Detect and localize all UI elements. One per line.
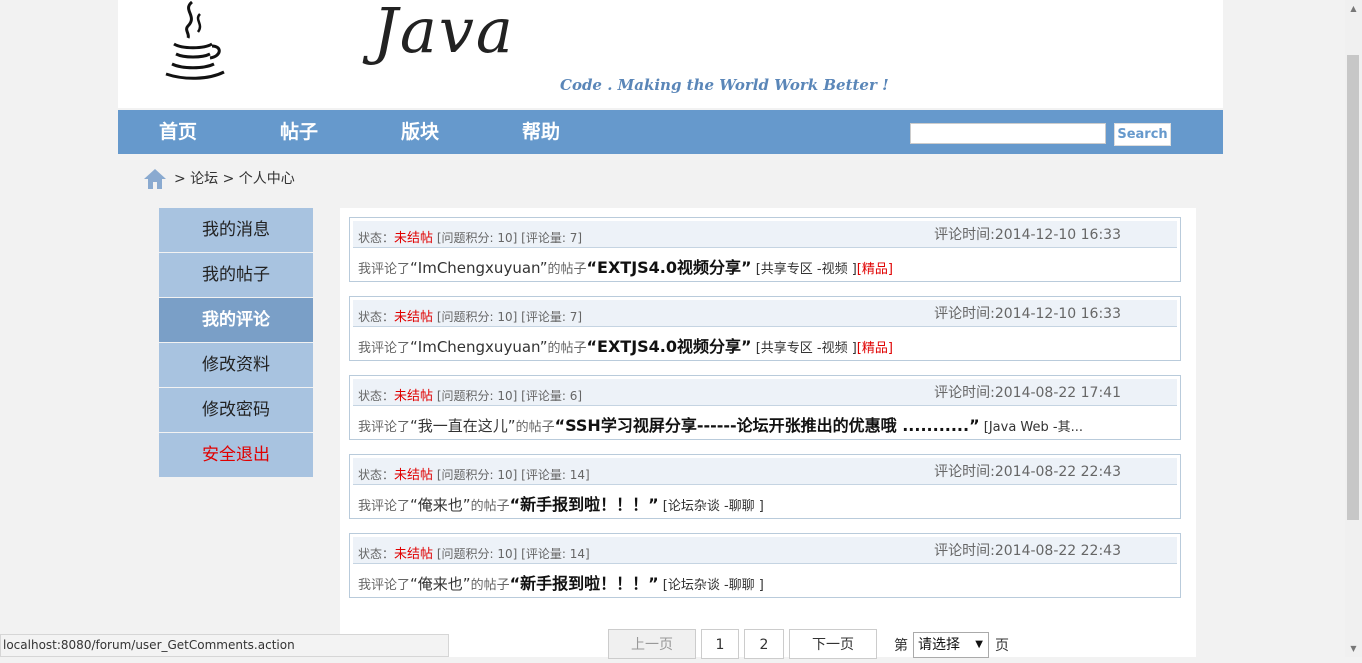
post-board[interactable]: [共享专区 -视频 ] — [756, 262, 857, 277]
post-title-link[interactable]: “新手报到啦！！！” — [510, 495, 659, 514]
status-badge: 未结帖 — [394, 468, 434, 483]
sidebar-item-my-posts[interactable]: 我的帖子 — [159, 253, 313, 297]
search-button[interactable]: Search — [1114, 123, 1171, 146]
nav-boards[interactable]: 版块 — [401, 110, 439, 154]
comment-time: 评论时间:2014-08-22 17:41 — [934, 385, 1121, 401]
comment-summary: 我评论了“ImChengxuyuan”的帖子“EXTJS4.0视频分享” [共享… — [358, 258, 893, 277]
post-author[interactable]: “ImChengxuyuan” — [410, 338, 547, 356]
post-author[interactable]: “ImChengxuyuan” — [410, 259, 547, 277]
site-slogan: Code . Making the World Work Better ! — [560, 76, 889, 94]
breadcrumb-text[interactable]: > 论坛 > 个人中心 — [174, 166, 295, 192]
comments-panel: 状态：未结帖 [问题积分: 10] [评论量: 7] 评论时间:2014-12-… — [340, 208, 1196, 657]
post-author[interactable]: “我一直在这儿” — [410, 417, 516, 435]
elite-tag: [精品] — [856, 262, 893, 277]
page-2-button[interactable]: 2 — [744, 629, 784, 659]
comment-summary: 我评论了“俺来也”的帖子“新手报到啦！！！” [论坛杂谈 -聊聊 ] — [358, 574, 764, 593]
home-icon[interactable] — [142, 166, 168, 192]
post-board[interactable]: [论坛杂谈 -聊聊 ] — [663, 499, 764, 514]
next-page-button[interactable]: 下一页 — [789, 629, 877, 659]
post-board[interactable]: [Java Web -其... — [984, 420, 1083, 435]
page-select[interactable]: 请选择 ▼ — [913, 632, 989, 658]
comment-card-header: 状态：未结帖 [问题积分: 10] [评论量: 7] 评论时间:2014-12-… — [353, 300, 1177, 327]
comment-card: 状态：未结帖 [问题积分: 10] [评论量: 14] 评论时间:2014-08… — [349, 533, 1181, 598]
sidebar-item-messages[interactable]: 我的消息 — [159, 208, 313, 252]
goto-prefix-label: 第 — [894, 638, 908, 654]
comment-time: 评论时间:2014-08-22 22:43 — [934, 543, 1121, 559]
comment-card: 状态：未结帖 [问题积分: 10] [评论量: 7] 评论时间:2014-12-… — [349, 296, 1181, 361]
post-title-link[interactable]: “新手报到啦！！！” — [510, 574, 659, 593]
scroll-up-icon[interactable]: ▲ — [1345, 0, 1362, 17]
comment-card-header: 状态：未结帖 [问题积分: 10] [评论量: 14] 评论时间:2014-08… — [353, 458, 1177, 485]
post-title-link[interactable]: “SSH学习视屏分享------论坛开张推出的优惠哦 ...........” — [555, 416, 980, 435]
chevron-down-icon: ▼ — [975, 639, 983, 650]
nav-posts[interactable]: 帖子 — [280, 110, 318, 154]
status-badge: 未结帖 — [394, 547, 434, 562]
scroll-thumb[interactable] — [1347, 55, 1359, 520]
comment-time: 评论时间:2014-08-22 22:43 — [934, 464, 1121, 480]
elite-tag: [精品] — [856, 341, 893, 356]
java-cup-logo-icon — [165, 0, 225, 80]
nav-home[interactable]: 首页 — [159, 110, 197, 154]
main-nav: 首页 帖子 版块 帮助 Search — [118, 110, 1223, 154]
sidebar-item-edit-profile[interactable]: 修改资料 — [159, 343, 313, 387]
search-input[interactable] — [910, 123, 1106, 144]
post-board[interactable]: [共享专区 -视频 ] — [756, 341, 857, 356]
comment-summary: 我评论了“我一直在这儿”的帖子“SSH学习视屏分享------论坛开张推出的优惠… — [358, 416, 1083, 435]
post-title-link[interactable]: “EXTJS4.0视频分享” — [587, 337, 752, 356]
goto-suffix-label: 页 — [995, 638, 1009, 654]
scroll-down-icon[interactable]: ▼ — [1345, 640, 1362, 657]
post-author[interactable]: “俺来也” — [410, 575, 471, 593]
comment-summary: 我评论了“ImChengxuyuan”的帖子“EXTJS4.0视频分享” [共享… — [358, 337, 893, 356]
status-badge: 未结帖 — [394, 389, 434, 404]
java-logo-text: Java — [373, 0, 515, 67]
comment-card: 状态：未结帖 [问题积分: 10] [评论量: 6] 评论时间:2014-08-… — [349, 375, 1181, 440]
browser-status-bar: localhost:8080/forum/user_GetComments.ac… — [0, 634, 449, 657]
site-header: Java Code . Making the World Work Better… — [118, 0, 1223, 108]
sidebar-item-logout[interactable]: 安全退出 — [159, 433, 313, 477]
prev-page-button[interactable]: 上一页 — [608, 629, 696, 659]
post-board[interactable]: [论坛杂谈 -聊聊 ] — [663, 578, 764, 593]
page-scrollbar[interactable]: ▲ ▼ — [1345, 0, 1362, 657]
status-badge: 未结帖 — [394, 310, 434, 325]
status-badge: 未结帖 — [394, 231, 434, 246]
comment-status: 状态：未结帖 [问题积分: 10] [评论量: 7] — [358, 310, 583, 325]
comment-card: 状态：未结帖 [问题积分: 10] [评论量: 7] 评论时间:2014-12-… — [349, 217, 1181, 282]
comment-time: 评论时间:2014-12-10 16:33 — [934, 227, 1121, 243]
comment-status: 状态：未结帖 [问题积分: 10] [评论量: 6] — [358, 389, 583, 404]
comment-status: 状态：未结帖 [问题积分: 10] [评论量: 7] — [358, 231, 583, 246]
sidebar-item-my-comments[interactable]: 我的评论 — [159, 298, 313, 342]
post-title-link[interactable]: “EXTJS4.0视频分享” — [587, 258, 752, 277]
sidebar-item-change-password[interactable]: 修改密码 — [159, 388, 313, 432]
comment-card-header: 状态：未结帖 [问题积分: 10] [评论量: 6] 评论时间:2014-08-… — [353, 379, 1177, 406]
comment-status: 状态：未结帖 [问题积分: 10] [评论量: 14] — [358, 468, 590, 483]
page-container: Java Code . Making the World Work Better… — [118, 0, 1223, 659]
comment-card: 状态：未结帖 [问题积分: 10] [评论量: 14] 评论时间:2014-08… — [349, 454, 1181, 519]
sidebar-menu: 我的消息 我的帖子 我的评论 修改资料 修改密码 安全退出 — [159, 208, 313, 478]
comment-card-header: 状态：未结帖 [问题积分: 10] [评论量: 14] 评论时间:2014-08… — [353, 537, 1177, 564]
page-1-button[interactable]: 1 — [701, 629, 739, 659]
comment-time: 评论时间:2014-12-10 16:33 — [934, 306, 1121, 322]
post-author[interactable]: “俺来也” — [410, 496, 471, 514]
nav-help[interactable]: 帮助 — [522, 110, 560, 154]
comment-card-header: 状态：未结帖 [问题积分: 10] [评论量: 7] 评论时间:2014-12-… — [353, 221, 1177, 248]
comment-summary: 我评论了“俺来也”的帖子“新手报到啦！！！” [论坛杂谈 -聊聊 ] — [358, 495, 764, 514]
comment-status: 状态：未结帖 [问题积分: 10] [评论量: 14] — [358, 547, 590, 562]
